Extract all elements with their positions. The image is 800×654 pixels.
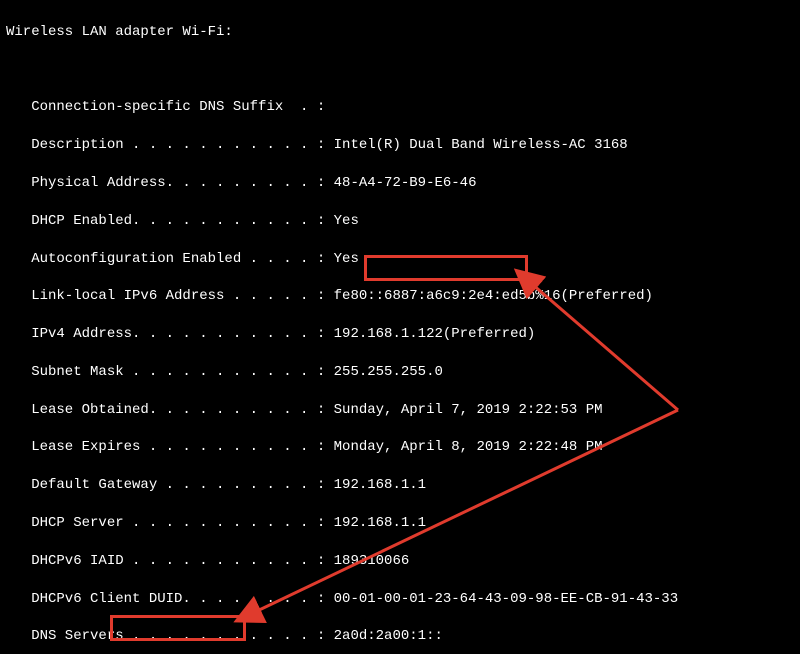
wifi-dhcpv6-duid: DHCPv6 Client DUID. . . . . . . . : 00-0… [6,590,794,609]
blank-line [6,61,794,80]
wifi-lease-expires: Lease Expires . . . . . . . . . . : Mond… [6,438,794,457]
wifi-lease-obtained: Lease Obtained. . . . . . . . . . : Sund… [6,401,794,420]
wifi-dhcpv6-iaid: DHCPv6 IAID . . . . . . . . . . . : 1893… [6,552,794,571]
wifi-ipv4-address: IPv4 Address. . . . . . . . . . . : 192.… [6,325,794,344]
wifi-physical-address: Physical Address. . . . . . . . . : 48-A… [6,174,794,193]
wifi-dhcp-server: DHCP Server . . . . . . . . . . . : 192.… [6,514,794,533]
wifi-dns-server-1: DNS Servers . . . . . . . . . . . : 2a0d… [6,627,794,646]
wifi-autoconfig: Autoconfiguration Enabled . . . . : Yes [6,250,794,269]
wifi-dhcp-enabled: DHCP Enabled. . . . . . . . . . . : Yes [6,212,794,231]
adapter-wifi-title: Wireless LAN adapter Wi-Fi: [6,23,794,42]
wifi-subnet-mask: Subnet Mask . . . . . . . . . . . : 255.… [6,363,794,382]
wifi-description: Description . . . . . . . . . . . : Inte… [6,136,794,155]
wifi-default-gateway: Default Gateway . . . . . . . . . : 192.… [6,476,794,495]
wifi-dns-suffix: Connection-specific DNS Suffix . : [6,98,794,117]
wifi-linklocal-ipv6: Link-local IPv6 Address . . . . . : fe80… [6,287,794,306]
terminal-output: Wireless LAN adapter Wi-Fi: Connection-s… [0,0,800,654]
